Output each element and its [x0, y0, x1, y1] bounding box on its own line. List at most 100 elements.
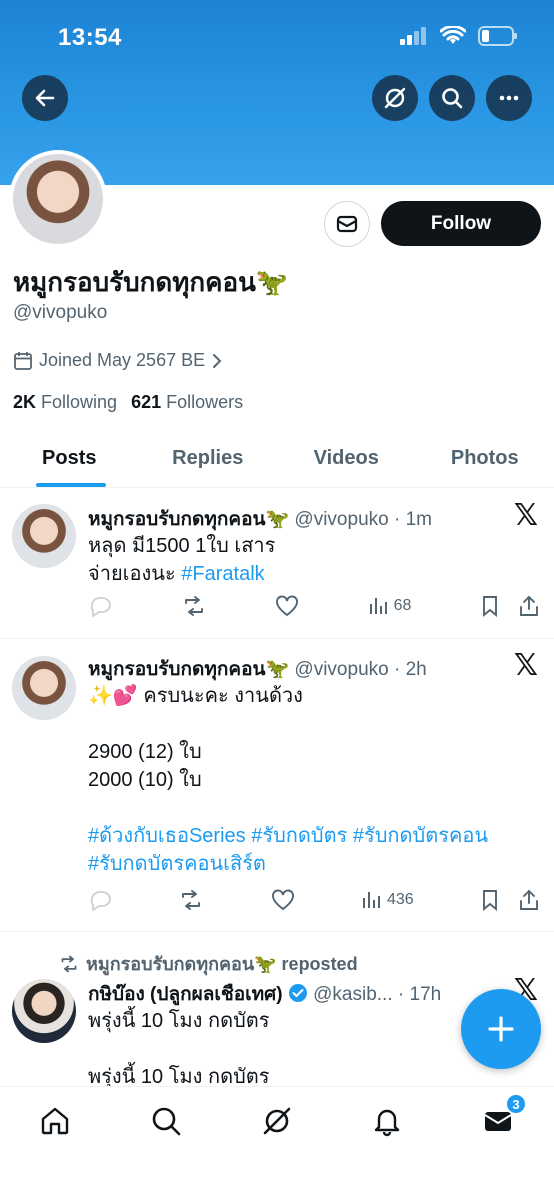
- status-time: 13:54: [58, 24, 122, 51]
- post-text-line: จ่ายเองนะ: [88, 563, 182, 585]
- profile-handle: @vivopuko: [13, 302, 108, 323]
- post-header: หมูกรอบรับกดทุกคอน🦖 @vivopuko · 1m: [88, 504, 432, 534]
- x-logo-icon[interactable]: 𝕏: [514, 648, 538, 683]
- profile-tabs: Posts Replies Videos Photos: [0, 430, 554, 488]
- search-button[interactable]: [429, 75, 475, 121]
- reply-icon: [90, 891, 111, 911]
- post-text: พรุ่งนี้ 10 โมง กดบัตร พรุ่งนี้ 10 โมง ก…: [88, 1007, 270, 1091]
- post-avatar[interactable]: [12, 504, 76, 568]
- post-header: หมูกรอบรับกดทุกคอน🦖 @vivopuko · 2h: [88, 654, 427, 684]
- following-label: Following: [41, 392, 118, 412]
- post-author-name[interactable]: หมูกรอบรับกดทุกคอน🦖: [88, 659, 289, 680]
- following-link[interactable]: 2K Following: [13, 392, 117, 413]
- repost-icon: [182, 890, 201, 910]
- views-icon: [362, 892, 380, 908]
- post-author-handle[interactable]: @vivopuko: [294, 509, 388, 530]
- post-author-handle[interactable]: @vivopuko: [294, 659, 388, 680]
- repost-button[interactable]: [178, 889, 204, 911]
- heart-icon: [271, 889, 294, 911]
- signal-icon: [400, 27, 426, 45]
- repost-label: หมูกรอบรับกดทุกคอน🦖 reposted: [86, 954, 358, 974]
- followers-link[interactable]: 621 Followers: [131, 392, 243, 413]
- status-icons: [400, 26, 518, 46]
- share-icon[interactable]: [518, 889, 540, 911]
- bell-icon: [374, 1109, 400, 1137]
- repost-icon: [184, 596, 203, 616]
- follow-counts: 2K Following 621 Followers: [13, 392, 243, 413]
- chevron-right-icon: [213, 353, 222, 368]
- nav-search[interactable]: [146, 1101, 186, 1141]
- post[interactable]: หมูกรอบรับกดทุกคอน🦖 @vivopuko · 1m 𝕏 หลุ…: [0, 488, 554, 639]
- followers-count: 621: [131, 392, 162, 412]
- envelope-icon: [336, 215, 358, 233]
- post-text: ✨💕 ครบนะคะ งานด้วง 2900 (12) ใบ 2000 (10…: [88, 682, 488, 878]
- tab-photos[interactable]: Photos: [416, 430, 554, 487]
- repost-indicator[interactable]: หมูกรอบรับกดทุกคอน🦖 reposted: [58, 949, 358, 978]
- display-name: หมูกรอบรับกดทุกคอน🦖: [13, 267, 289, 297]
- views-button[interactable]: 68: [368, 596, 412, 616]
- post-text-line: ✨💕 ครบนะคะ งานด้วง: [88, 685, 303, 707]
- like-button[interactable]: [275, 595, 299, 617]
- joined-label: Joined May 2567 BE: [39, 350, 206, 370]
- post-author-name[interactable]: หมูกรอบรับกดทุกคอน🦖: [88, 509, 289, 530]
- post-avatar[interactable]: [12, 979, 76, 1043]
- repost-icon: [61, 955, 77, 972]
- more-button[interactable]: [486, 75, 532, 121]
- post-author-handle[interactable]: @kasib...: [313, 984, 392, 1005]
- following-count: 2K: [13, 392, 37, 412]
- reply-button[interactable]: [88, 889, 112, 911]
- follow-button[interactable]: Follow: [381, 201, 541, 246]
- post-text-line: 2000 (10) ใบ: [88, 769, 202, 791]
- post-separator: ·: [388, 659, 406, 680]
- message-button[interactable]: [324, 201, 370, 247]
- arrow-left-icon: [35, 89, 55, 107]
- post[interactable]: หมูกรอบรับกดทุกคอน🦖 @vivopuko · 2h 𝕏 ✨💕 …: [0, 640, 554, 932]
- post-header: กษิบ๊อง (ปลูกผลเชือเทศ) @kasib... · 17h: [88, 979, 441, 1009]
- home-icon: [41, 1107, 69, 1135]
- views-icon: [369, 598, 387, 614]
- post-text: หลุด มี1500 1ใบ เสาร จ่ายเองนะ #Faratalk: [88, 532, 275, 588]
- views-count: 68: [393, 597, 412, 614]
- wifi-icon: [440, 26, 466, 44]
- repost-button[interactable]: [181, 595, 207, 617]
- views-count: 436: [386, 891, 414, 908]
- hashtag-link[interactable]: #ด้วงกับเธอSeries #รับกดบัตร #รับกดบัตรค…: [88, 825, 488, 847]
- post-actions: 68: [88, 595, 540, 617]
- post-separator: ·: [388, 509, 406, 530]
- bottom-nav: [0, 1086, 554, 1199]
- hashtag-link[interactable]: #รับกดบัตรคอนเสิร์ต: [88, 853, 266, 875]
- bookmark-icon[interactable]: [480, 889, 500, 911]
- bookmark-icon[interactable]: [480, 595, 500, 617]
- post-text-line: หลุด มี1500 1ใบ เสาร: [88, 535, 276, 557]
- compose-button[interactable]: [461, 989, 541, 1069]
- heart-icon: [276, 595, 299, 617]
- post-text-line: พรุ่งนี้ 10 โมง กดบัตร: [88, 1066, 270, 1088]
- back-button[interactable]: [22, 75, 68, 121]
- followers-label: Followers: [166, 392, 244, 412]
- nav-grok[interactable]: [257, 1101, 297, 1141]
- more-icon: [499, 95, 519, 101]
- post-author-name[interactable]: กษิบ๊อง (ปลูกผลเชือเทศ): [88, 984, 283, 1005]
- hashtag-link[interactable]: #Faratalk: [181, 563, 264, 585]
- profile-avatar[interactable]: [9, 150, 107, 248]
- post-time: 17h: [409, 984, 442, 1005]
- post-actions: 436: [88, 889, 540, 911]
- post-time: 2h: [405, 659, 427, 680]
- search-icon: [152, 1107, 181, 1136]
- tab-posts[interactable]: Posts: [0, 430, 139, 487]
- reply-button[interactable]: [88, 595, 112, 617]
- x-logo-icon[interactable]: 𝕏: [514, 498, 538, 533]
- like-button[interactable]: [271, 889, 295, 911]
- tab-videos[interactable]: Videos: [277, 430, 416, 487]
- post-separator: ·: [392, 984, 410, 1005]
- nav-notifications[interactable]: [367, 1101, 407, 1141]
- share-icon[interactable]: [518, 595, 540, 617]
- tab-replies[interactable]: Replies: [139, 430, 278, 487]
- views-button[interactable]: 436: [361, 890, 414, 910]
- nav-home[interactable]: [35, 1101, 75, 1141]
- grok-button[interactable]: [372, 75, 418, 121]
- joined-date[interactable]: Joined May 2567 BE: [13, 350, 223, 371]
- post-avatar[interactable]: [12, 656, 76, 720]
- verified-badge-icon: [288, 984, 307, 1002]
- battery-icon: [478, 26, 517, 46]
